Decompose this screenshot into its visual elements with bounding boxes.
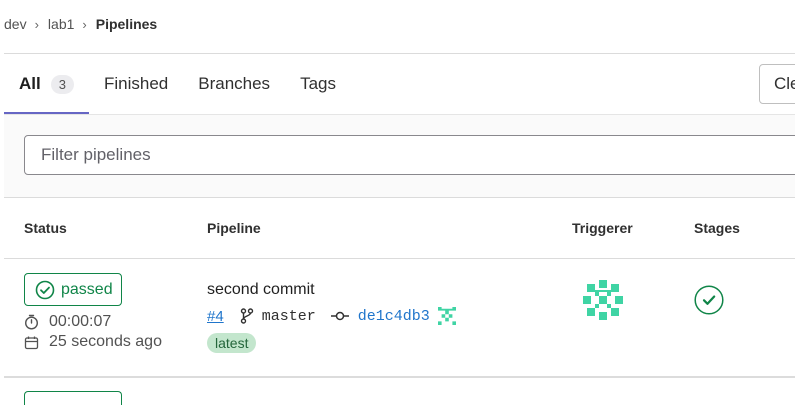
row-divider [4, 376, 795, 378]
status-success-icon [35, 280, 55, 299]
latest-badge: latest [207, 333, 257, 353]
breadcrumb-item-lab1[interactable]: lab1 [48, 16, 74, 32]
tab-branches[interactable]: Branches [183, 54, 285, 114]
finished-time-value: 25 seconds ago [49, 333, 162, 350]
stage-success-icon[interactable] [694, 285, 724, 315]
tab-finished[interactable]: Finished [89, 54, 183, 114]
tab-label: Finished [103, 74, 169, 93]
branch-ref[interactable]: master [262, 308, 316, 325]
status-label: passed [61, 280, 113, 298]
table-header-divider [4, 258, 795, 259]
clear-runner-caches-button[interactable]: Cle [759, 64, 795, 104]
column-header-status: Status [24, 220, 67, 236]
commit-icon [330, 311, 349, 321]
avatar-identicon[interactable] [437, 307, 456, 325]
pipeline-tabs: All 3 Finished Branches Tags [4, 54, 351, 114]
breadcrumb: dev › lab1 › Pipelines [4, 14, 157, 34]
column-header-pipeline: Pipeline [207, 220, 261, 236]
count-badge: 3 [50, 74, 74, 94]
filter-pipelines-input[interactable] [24, 135, 795, 175]
status-badge-next-row[interactable] [24, 391, 122, 405]
tab-tags[interactable]: Tags [285, 54, 351, 114]
tab-label: Branches [198, 74, 271, 93]
pipeline-id-link[interactable]: #4 [207, 308, 224, 325]
column-header-stages: Stages [694, 220, 740, 236]
branch-icon [240, 308, 253, 324]
chevron-right-icon: › [34, 16, 39, 32]
timer-icon [24, 314, 39, 330]
commit-title[interactable]: second commit [207, 281, 315, 299]
breadcrumb-item-dev[interactable]: dev [4, 16, 27, 32]
chevron-right-icon: › [82, 16, 87, 32]
column-header-triggerer: Triggerer [572, 220, 633, 236]
tab-label: Tags [300, 74, 336, 93]
tab-all[interactable]: All 3 [4, 54, 89, 114]
calendar-icon [24, 336, 39, 349]
pipeline-info: #4 master de1c4db3 [207, 305, 456, 327]
breadcrumb-current[interactable]: Pipelines [96, 16, 157, 32]
triggerer-avatar[interactable] [583, 280, 623, 320]
status-badge-passed[interactable]: passed [24, 273, 122, 306]
commit-sha-link[interactable]: de1c4db3 [358, 308, 430, 325]
duration-value: 00:00:07 [49, 313, 112, 330]
finished-time: 25 seconds ago [24, 333, 162, 351]
duration: 00:00:07 [24, 313, 111, 331]
tab-label: All [19, 74, 41, 93]
